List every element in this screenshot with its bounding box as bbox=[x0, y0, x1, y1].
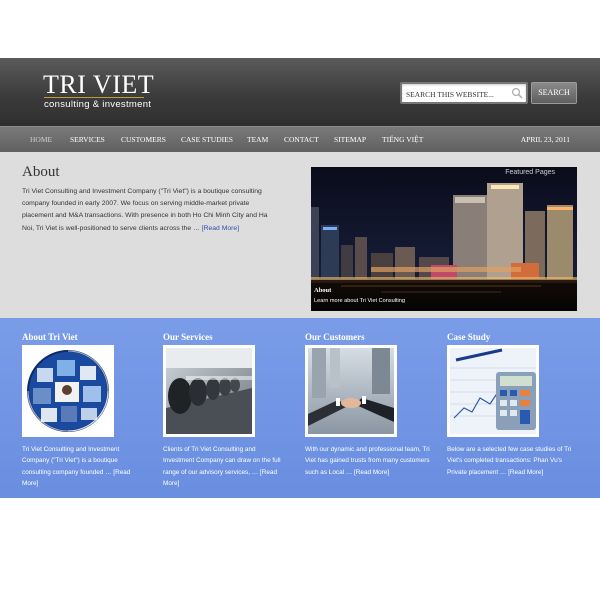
column-about: About Tri Viet Tri Viet Consulting and I… bbox=[22, 318, 152, 498]
logo-title[interactable]: TRI VIET bbox=[43, 71, 154, 99]
site-header: TRI VIET consulting & investment SEARCH bbox=[0, 58, 600, 126]
featured-slider[interactable]: Featured Pages About Learn more about Tr… bbox=[311, 167, 577, 311]
calculator-chart-image bbox=[450, 348, 536, 434]
column-title[interactable]: Our Services bbox=[163, 332, 213, 342]
customers-thumbnail[interactable] bbox=[305, 345, 397, 437]
nav-tieng-viet[interactable]: TIẾNG VIỆT bbox=[382, 127, 423, 153]
intro-text: Tri Viet Consulting and Investment Compa… bbox=[22, 186, 268, 235]
featured-caption: About Learn more about Tri Viet Consulti… bbox=[311, 283, 577, 311]
featured-caption-title[interactable]: About bbox=[314, 287, 331, 294]
boardroom-image bbox=[166, 348, 252, 434]
feature-columns: About Tri Viet Tri Viet Consulting and I… bbox=[0, 318, 600, 498]
column-title[interactable]: Our Customers bbox=[305, 332, 365, 342]
column-text: With our dynamic and professional team, … bbox=[305, 446, 430, 476]
services-thumbnail[interactable] bbox=[163, 345, 255, 437]
nav-customers[interactable]: CUSTOMERS bbox=[121, 127, 166, 153]
about-thumbnail[interactable] bbox=[22, 345, 114, 437]
nav-date: APRIL 23, 2011 bbox=[520, 135, 570, 144]
logo-subtitle: consulting & investment bbox=[44, 99, 152, 110]
column-title[interactable]: About Tri Viet bbox=[22, 332, 78, 342]
main-nav: HOME SERVICES CUSTOMERS CASE STUDIES TEA… bbox=[0, 126, 600, 153]
nav-team[interactable]: TEAM bbox=[247, 127, 268, 153]
column-text: Tri Viet Consulting and Investment Compa… bbox=[22, 446, 131, 488]
search-input[interactable] bbox=[402, 85, 510, 104]
featured-pages-label: Featured Pages bbox=[505, 169, 555, 176]
intro-section: About Tri Viet Consulting and Investment… bbox=[0, 152, 600, 318]
intro-title: About bbox=[22, 164, 60, 180]
intro-read-more-link[interactable]: [Read More] bbox=[202, 225, 239, 232]
nav-services[interactable]: SERVICES bbox=[70, 127, 105, 153]
search-button[interactable]: SEARCH bbox=[531, 82, 577, 104]
column-customers: Our Customers With our dynamic and profe… bbox=[305, 318, 435, 498]
globe-people-image bbox=[25, 348, 111, 434]
column-services: Our Services Clients of Tri Viet Consult… bbox=[163, 318, 293, 498]
nav-contact[interactable]: CONTACT bbox=[284, 127, 319, 153]
nav-sitemap[interactable]: SITEMAP bbox=[334, 127, 366, 153]
column-text: Below are a selected few case studies of… bbox=[447, 446, 572, 476]
featured-caption-text: Learn more about Tri Viet Consulting bbox=[314, 298, 406, 304]
column-title[interactable]: Case Study bbox=[447, 332, 490, 342]
logo-rule bbox=[44, 97, 144, 98]
column-text: Clients of Tri Viet Consulting and Inves… bbox=[163, 446, 281, 488]
search-icon[interactable] bbox=[511, 87, 523, 99]
handshake-image bbox=[308, 348, 394, 434]
page: TRI VIET consulting & investment SEARCH … bbox=[0, 58, 600, 498]
column-case-study: Case Study Below are a selected few case… bbox=[447, 318, 577, 498]
nav-case-studies[interactable]: CASE STUDIES bbox=[181, 127, 233, 153]
nav-home[interactable]: HOME bbox=[30, 127, 52, 153]
case-study-thumbnail[interactable] bbox=[447, 345, 539, 437]
search-box bbox=[400, 82, 528, 104]
